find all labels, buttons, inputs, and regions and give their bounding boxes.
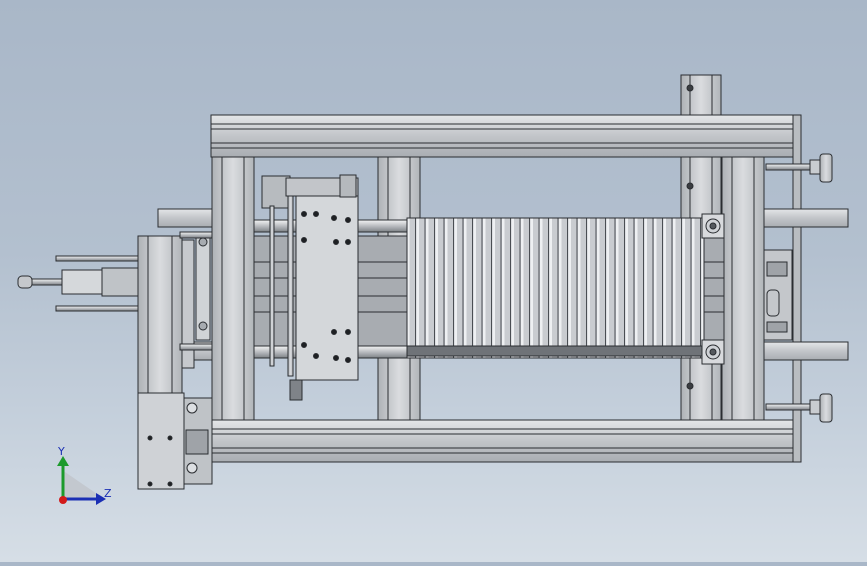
left-vertical-post (211, 156, 255, 421)
mount-bolt-bottom (198, 321, 208, 331)
left-tie-rod-bottom (179, 343, 213, 351)
bellows-cover (406, 217, 705, 359)
bottom-extrusion-beam (210, 419, 801, 463)
left-tie-rod-top (179, 231, 213, 239)
rod-end-block-bottom (701, 339, 725, 365)
outrigger-bar-lower-right (763, 341, 849, 361)
right-motor-bracket (763, 249, 793, 341)
right-vertical-post (721, 156, 765, 421)
outrigger-bar-upper-left (157, 208, 213, 228)
outrigger-bar-upper-right (763, 208, 849, 228)
left-coupling (183, 397, 213, 485)
carriage-guide-rod-right (269, 205, 275, 367)
top-extrusion-beam (210, 114, 801, 158)
carriage-plate (285, 174, 359, 401)
coordinate-triad: Y Z (57, 445, 112, 505)
y-axis-label: Y (57, 445, 65, 458)
cad-3d-viewport[interactable]: Y Z (0, 0, 867, 562)
pneumatic-cylinder (17, 255, 139, 312)
rod-end-block-top (701, 213, 725, 239)
z-axis-label: Z (104, 487, 112, 500)
x-axis-origin (59, 496, 67, 504)
left-drive-column (137, 235, 183, 397)
carriage-guide-rod-left (287, 195, 294, 377)
left-motor-block (137, 392, 185, 490)
mount-bolt-top (198, 237, 208, 247)
